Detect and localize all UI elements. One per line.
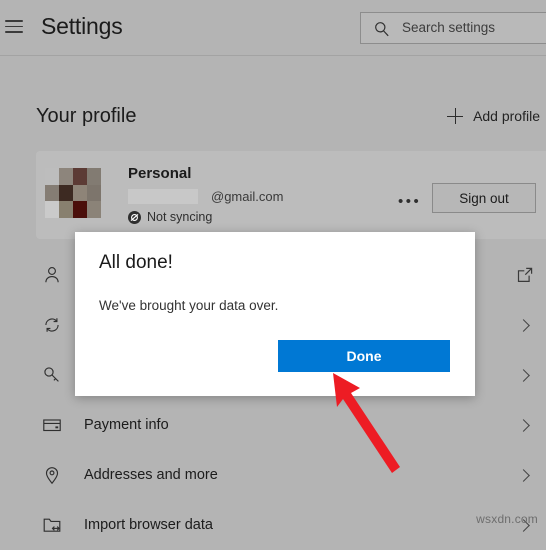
avatar-pixel — [45, 184, 59, 202]
avatar-pixel — [87, 168, 101, 185]
avatar-pixel — [45, 201, 59, 218]
avatar-pixel — [59, 168, 73, 185]
sync-status-row: Not syncing — [128, 210, 212, 224]
profile-name: Personal — [128, 165, 192, 182]
app-header: Settings Search settings — [0, 0, 546, 56]
page-title: Settings — [41, 13, 123, 39]
section-title: Your profile — [36, 105, 137, 127]
dialog-message: We've brought your data over. — [99, 298, 279, 313]
sync-blocked-icon — [128, 210, 141, 224]
list-item-label: Import browser data — [84, 517, 213, 533]
hamburger-menu-icon[interactable] — [5, 20, 23, 34]
watermark: wsxdn.com — [476, 512, 538, 526]
sync-status-label: Not syncing — [147, 210, 213, 224]
profile-more-options-button[interactable]: ••• — [398, 193, 421, 210]
avatar — [45, 168, 101, 218]
sign-out-button[interactable]: Sign out — [432, 183, 536, 213]
dialog-title: All done! — [99, 252, 173, 273]
avatar-pixel — [45, 168, 59, 185]
list-item-label: Addresses and more — [84, 467, 218, 483]
avatar-pixel — [59, 201, 73, 218]
profile-card: Personal @gmail.com Not syncing ••• Sign… — [36, 151, 546, 239]
avatar-pixel — [73, 168, 87, 185]
chevron-right-icon[interactable] — [516, 416, 534, 434]
search-placeholder-text: Search settings — [402, 20, 496, 35]
profile-email-row: @gmail.com — [128, 189, 283, 204]
avatar-pixel — [73, 201, 87, 218]
avatar-pixel — [59, 184, 73, 202]
list-item-payment-info[interactable]: Payment info — [0, 400, 546, 450]
person-icon — [41, 264, 63, 286]
email-redaction-block — [128, 189, 198, 204]
sync-icon — [41, 314, 63, 336]
avatar-pixel — [87, 184, 101, 202]
chevron-right-icon[interactable] — [516, 316, 534, 334]
chevron-right-icon[interactable] — [516, 466, 534, 484]
avatar-pixel — [87, 201, 101, 218]
list-item-import-browser-data[interactable]: Import browser data — [0, 500, 546, 550]
list-item-addresses-and-more[interactable]: Addresses and more — [0, 450, 546, 500]
avatar-pixel — [73, 184, 87, 202]
add-profile-button[interactable]: Add profile — [447, 108, 540, 124]
key-icon — [41, 364, 63, 386]
hamburger-line — [5, 31, 23, 33]
profile-email-domain: @gmail.com — [211, 189, 284, 204]
credit-card-icon — [41, 414, 63, 436]
all-done-dialog: All done! We've brought your data over. … — [75, 232, 475, 396]
plus-icon — [447, 108, 464, 124]
chevron-right-icon[interactable] — [516, 366, 534, 384]
add-profile-label: Add profile — [473, 108, 540, 124]
list-item-label: Payment info — [84, 417, 169, 433]
hamburger-line — [5, 25, 23, 27]
done-button[interactable]: Done — [278, 340, 450, 372]
location-pin-icon — [41, 464, 63, 486]
external-link-icon[interactable] — [516, 266, 534, 284]
search-input[interactable]: Search settings — [360, 12, 546, 44]
search-icon — [375, 22, 389, 37]
hamburger-line — [5, 20, 23, 22]
